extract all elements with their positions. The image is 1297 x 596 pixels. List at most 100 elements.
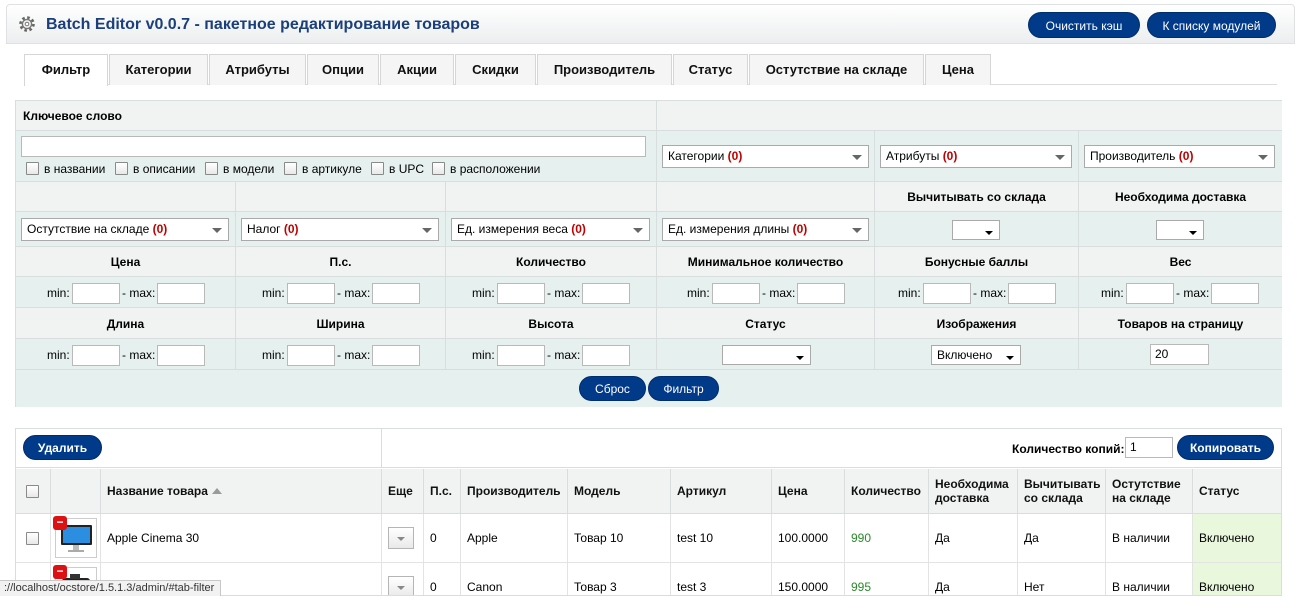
quantity-range: min: - max:: [446, 277, 657, 308]
check-in-sku[interactable]: [284, 162, 297, 175]
quantity-label: Количество: [516, 255, 586, 269]
images-label: Изображения: [936, 317, 1017, 331]
check-in-model-label: в модели: [223, 162, 275, 176]
min-quantity-min-input[interactable]: [712, 283, 760, 304]
check-in-name[interactable]: [26, 162, 39, 175]
weight-range: min: - max:: [1079, 277, 1282, 308]
height-min-input[interactable]: [497, 345, 545, 366]
browser-status-bar: ://localhost/ocstore/1.5.1.3/admin/#tab-…: [0, 580, 222, 596]
chevron-down-icon: [397, 586, 405, 590]
row-checkbox[interactable]: [26, 531, 39, 545]
ps-min-input[interactable]: [287, 283, 335, 304]
quantity-max-input[interactable]: [582, 283, 630, 304]
weight-max-input[interactable]: [1211, 283, 1259, 304]
check-in-location-label: в расположении: [450, 162, 541, 176]
tab-specials[interactable]: Акции: [380, 54, 454, 85]
remove-icon[interactable]: −: [53, 565, 67, 579]
col-status: Статус: [1193, 469, 1281, 514]
subtract-label: Вычитывать со склада: [907, 190, 1046, 204]
remove-icon[interactable]: −: [53, 516, 67, 530]
tab-price[interactable]: Цена: [925, 54, 991, 85]
images-select[interactable]: Включено: [931, 345, 1021, 365]
bonus-max-input[interactable]: [1008, 283, 1056, 304]
min-quantity-max-input[interactable]: [797, 283, 845, 304]
chevron-down-icon: [1189, 231, 1197, 235]
copies-input[interactable]: 1: [1125, 437, 1173, 458]
more-dropdown[interactable]: [388, 527, 414, 549]
attributes-select[interactable]: Атрибуты (0): [880, 145, 1072, 168]
chevron-down-icon: [852, 228, 862, 233]
categories-select[interactable]: Категории (0): [662, 145, 869, 168]
tab-discounts[interactable]: Скидки: [455, 54, 536, 85]
subtract-select[interactable]: [952, 220, 1000, 240]
clear-cache-button[interactable]: Очистить кэш: [1028, 12, 1140, 38]
length-max-input[interactable]: [157, 345, 205, 366]
chevron-down-icon: [1055, 155, 1065, 160]
col-subtract: Вычитывать со склада: [1018, 469, 1106, 514]
per-page-label: Товаров на страницу: [1117, 317, 1244, 331]
col-manufacturer: Производитель: [461, 469, 568, 514]
chevron-down-icon: [212, 228, 222, 233]
check-in-upc[interactable]: [371, 162, 384, 175]
products-table: Удалить Количество копий: 1 Копировать Н…: [15, 428, 1282, 596]
module-list-button[interactable]: К списку модулей: [1147, 12, 1276, 38]
tab-filter[interactable]: Фильтр: [24, 54, 108, 86]
tab-status[interactable]: Статус: [673, 54, 748, 85]
tab-manufacturer[interactable]: Производитель: [537, 54, 672, 85]
weight-min-input[interactable]: [1126, 283, 1174, 304]
chevron-down-icon: [1006, 356, 1014, 360]
col-sku: Артикул: [671, 469, 772, 514]
chevron-down-icon: [1258, 155, 1268, 160]
product-name[interactable]: Apple Cinema 30: [101, 514, 382, 563]
quantity-min-input[interactable]: [497, 283, 545, 304]
tax-select[interactable]: Налог (0): [241, 218, 439, 241]
col-quantity: Количество: [845, 469, 929, 514]
length-label: Длина: [106, 317, 145, 331]
price-label: Цена: [110, 255, 141, 269]
check-in-upc-label: в UPC: [389, 162, 425, 176]
tab-stock[interactable]: Остутствие на складе: [749, 54, 924, 85]
manufacturer-select[interactable]: Производитель (0): [1084, 145, 1275, 168]
ps-max-input[interactable]: [372, 283, 420, 304]
filter-panel: Ключевое слово в названии в описании в м…: [15, 100, 1282, 407]
table-row: [16, 514, 51, 563]
shipping-select[interactable]: [1156, 220, 1204, 240]
status-select[interactable]: [722, 345, 811, 365]
status-badge: Включено: [1193, 563, 1281, 595]
filter-button[interactable]: Фильтр: [648, 376, 719, 401]
tab-options[interactable]: Опции: [307, 54, 379, 85]
height-range: min: - max:: [446, 339, 657, 370]
chevron-down-icon: [796, 356, 804, 360]
width-max-input[interactable]: [372, 345, 420, 366]
weight-unit-select[interactable]: Ед. измерения веса (0): [451, 218, 650, 241]
more-dropdown[interactable]: [388, 576, 414, 595]
tab-attributes[interactable]: Атрибуты: [209, 54, 306, 85]
per-page-input[interactable]: 20: [1150, 344, 1209, 365]
chevron-down-icon: [985, 231, 993, 235]
stock-status-select[interactable]: Остутствие на складе (0): [21, 218, 229, 241]
check-in-name-label: в названии: [44, 162, 106, 176]
width-min-input[interactable]: [287, 345, 335, 366]
status-label: Статус: [745, 317, 786, 331]
length-unit-select[interactable]: Ед. измерения длины (0): [662, 218, 869, 241]
height-label: Высота: [528, 317, 574, 331]
bonus-range: min: - max:: [875, 277, 1079, 308]
price-max-input[interactable]: [157, 283, 205, 304]
col-model: Модель: [568, 469, 671, 514]
col-name[interactable]: Название товара: [101, 469, 382, 514]
check-in-model[interactable]: [205, 162, 218, 175]
length-min-input[interactable]: [72, 345, 120, 366]
col-stock: Остутствие на складе: [1106, 469, 1193, 514]
delete-button[interactable]: Удалить: [23, 435, 102, 460]
select-all-checkbox[interactable]: [26, 484, 39, 498]
tab-categories[interactable]: Категории: [109, 54, 208, 85]
price-min-input[interactable]: [72, 283, 120, 304]
keyword-input[interactable]: [21, 136, 646, 157]
check-in-description[interactable]: [115, 162, 128, 175]
height-max-input[interactable]: [582, 345, 630, 366]
copy-button[interactable]: Копировать: [1177, 435, 1274, 460]
bonus-min-input[interactable]: [923, 283, 971, 304]
reset-button[interactable]: Сброс: [579, 376, 646, 401]
chevron-down-icon: [852, 155, 862, 160]
check-in-location[interactable]: [432, 162, 445, 175]
